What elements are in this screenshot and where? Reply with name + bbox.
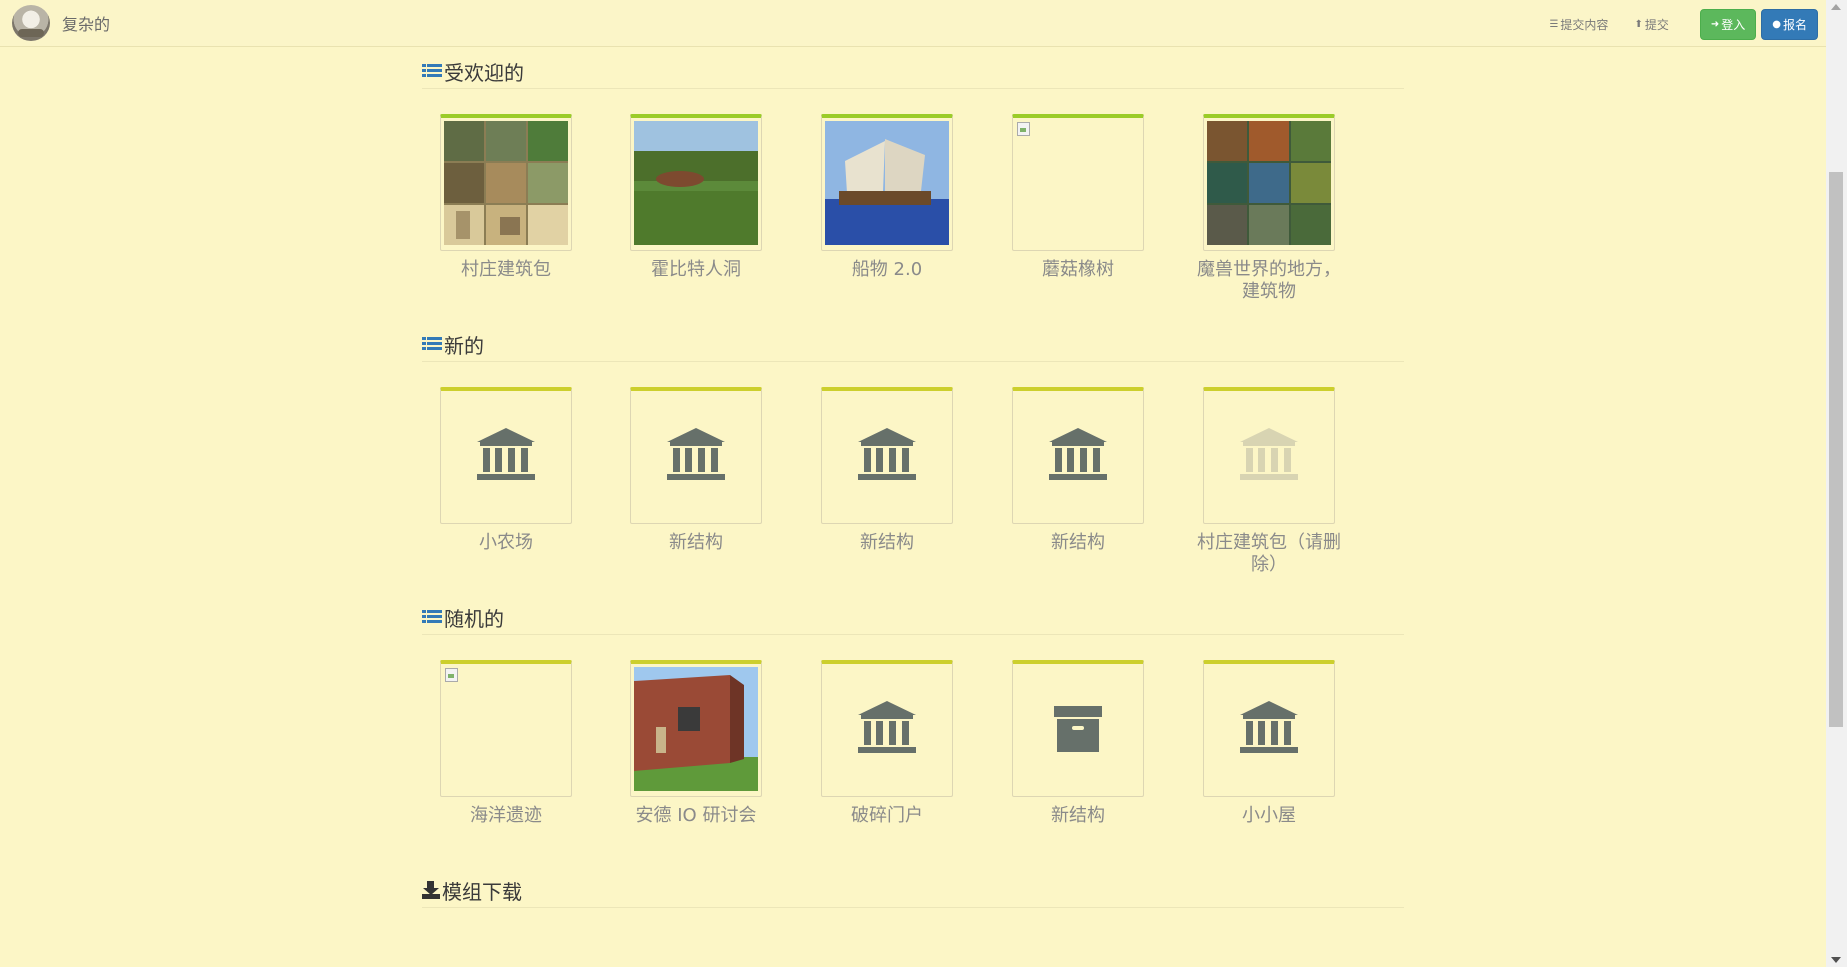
list-icon <box>422 63 442 79</box>
structure-label[interactable]: 新结构 <box>616 532 776 576</box>
structure-thumbnail[interactable] <box>821 114 953 251</box>
structure-label[interactable]: 船物 2.0 <box>807 259 967 303</box>
structure-thumbnail[interactable] <box>821 387 953 524</box>
structure-thumbnail[interactable] <box>1203 114 1335 251</box>
submit-link[interactable]: ⬆ 提交 <box>1634 16 1668 33</box>
login-button-label: 登入 <box>1721 18 1746 32</box>
section-header: 模组下载 <box>422 873 1404 908</box>
structure-label[interactable]: 村庄建筑包（请删除） <box>1189 532 1349 576</box>
bank-icon <box>858 428 916 484</box>
structure-thumbnail[interactable] <box>630 387 762 524</box>
section-header: 受欢迎的 <box>422 54 1404 89</box>
top-navbar: 复杂的 ☰ 提交内容 ⬆ 提交 ➜ 登入 ● 报名 <box>0 0 1826 47</box>
structure-label[interactable]: 小小屋 <box>1189 805 1349 849</box>
vertical-scrollbar[interactable] <box>1826 0 1847 967</box>
broken-image-icon <box>445 668 458 682</box>
list-icon: ☰ <box>1549 19 1559 30</box>
structure-card[interactable]: 破碎门户 <box>821 660 953 849</box>
login-button[interactable]: ➜ 登入 <box>1699 9 1757 40</box>
hobbit-hole-image <box>634 121 758 245</box>
scroll-down-arrow-icon[interactable] <box>1831 957 1841 963</box>
bank-icon <box>1240 701 1298 757</box>
structure-thumbnail[interactable] <box>1203 660 1335 797</box>
list-icon <box>422 336 442 352</box>
structure-label[interactable]: 蘑菇橡树 <box>998 259 1158 303</box>
structure-label[interactable]: 新结构 <box>998 805 1158 849</box>
site-logo <box>12 5 50 41</box>
signup-button-label: 报名 <box>1782 18 1807 32</box>
structure-thumbnail[interactable] <box>1203 387 1335 524</box>
structure-thumbnail[interactable] <box>1012 114 1144 251</box>
main-content: 受欢迎的 村庄建筑包 霍比特人洞 船物 2.0 蘑菇橡树 魔兽世界的地方，建筑物… <box>422 46 1404 965</box>
ship-image <box>825 121 949 245</box>
brand[interactable]: 复杂的 <box>12 4 110 42</box>
structure-card[interactable]: 海洋遗迹 <box>440 660 572 849</box>
archive-icon <box>1054 706 1102 752</box>
structure-thumbnail[interactable] <box>1012 660 1144 797</box>
structure-thumbnail[interactable] <box>630 660 762 797</box>
list-icon <box>422 609 442 625</box>
structure-label[interactable]: 新结构 <box>998 532 1158 576</box>
scroll-up-arrow-icon[interactable] <box>1831 4 1841 10</box>
download-icon <box>422 881 440 899</box>
structure-card[interactable]: 新结构 <box>1012 660 1144 849</box>
structure-card[interactable]: 村庄建筑包（请删除） <box>1197 387 1341 576</box>
structure-thumbnail[interactable] <box>1012 387 1144 524</box>
structure-card[interactable]: 新结构 <box>630 387 762 576</box>
brand-name: 复杂的 <box>62 15 111 34</box>
section-mod-download: 模组下载 <box>422 865 1404 965</box>
structure-thumbnail[interactable] <box>440 114 572 251</box>
section-title: 新的 <box>444 333 484 358</box>
structure-thumbnail[interactable] <box>630 114 762 251</box>
navbar-actions: ☰ 提交内容 ⬆ 提交 ➜ 登入 ● 报名 <box>1549 9 1818 40</box>
structure-thumbnail[interactable] <box>821 660 953 797</box>
signup-button[interactable]: ● 报名 <box>1761 9 1818 40</box>
structure-card[interactable]: 安德 IO 研讨会 <box>630 660 762 849</box>
structure-card[interactable]: 小农场 <box>440 387 572 576</box>
wow-places-image <box>1207 121 1331 245</box>
brick-house-image <box>634 667 758 791</box>
structure-card[interactable]: 新结构 <box>821 387 953 576</box>
broken-image-icon <box>1017 122 1030 136</box>
structure-card[interactable]: 村庄建筑包 <box>440 114 572 303</box>
upload-icon: ⬆ <box>1634 19 1643 30</box>
submissions-link[interactable]: ☰ 提交内容 <box>1549 16 1608 33</box>
bank-icon <box>667 428 725 484</box>
structure-label[interactable]: 小农场 <box>426 532 586 576</box>
structure-card[interactable]: 船物 2.0 <box>821 114 953 303</box>
section-popular: 受欢迎的 村庄建筑包 霍比特人洞 船物 2.0 蘑菇橡树 魔兽世界的地方，建筑物 <box>422 46 1404 319</box>
bank-icon <box>858 701 916 757</box>
section-header: 随机的 <box>422 600 1404 635</box>
structure-thumbnail[interactable] <box>440 660 572 797</box>
structure-card[interactable]: 小小屋 <box>1203 660 1335 849</box>
sign-in-icon: ➜ <box>1710 19 1720 30</box>
bank-icon <box>1049 428 1107 484</box>
section-title: 模组下载 <box>442 879 522 904</box>
structure-label[interactable]: 破碎门户 <box>807 805 967 849</box>
structure-label[interactable]: 村庄建筑包 <box>426 259 586 303</box>
structure-thumbnail[interactable] <box>440 387 572 524</box>
section-new: 新的 小农场 新结构 新结构 新结构 村庄建筑包（请删除） <box>422 319 1404 592</box>
bank-icon <box>477 428 535 484</box>
submissions-link-label: 提交内容 <box>1560 18 1609 32</box>
structure-card[interactable]: 新结构 <box>1012 387 1144 576</box>
submit-link-label: 提交 <box>1644 18 1669 32</box>
structure-card[interactable]: 霍比特人洞 <box>630 114 762 303</box>
bank-icon <box>1240 428 1298 484</box>
structure-card[interactable]: 魔兽世界的地方，建筑物 <box>1197 114 1341 303</box>
user-plus-icon: ● <box>1772 19 1781 30</box>
structure-card[interactable]: 蘑菇橡树 <box>1012 114 1144 303</box>
section-title: 受欢迎的 <box>444 60 524 85</box>
structure-label[interactable]: 安德 IO 研讨会 <box>616 805 776 849</box>
section-random: 随机的 海洋遗迹 安德 IO 研讨会 破碎门户 新结构 小小屋 <box>422 592 1404 865</box>
section-title: 随机的 <box>444 606 504 631</box>
structure-label[interactable]: 海洋遗迹 <box>426 805 586 849</box>
section-header: 新的 <box>422 327 1404 362</box>
structure-label[interactable]: 霍比特人洞 <box>616 259 776 303</box>
structure-label[interactable]: 魔兽世界的地方，建筑物 <box>1189 259 1349 303</box>
scrollbar-thumb[interactable] <box>1829 172 1843 727</box>
structure-label[interactable]: 新结构 <box>807 532 967 576</box>
village-pack-image <box>444 121 568 245</box>
